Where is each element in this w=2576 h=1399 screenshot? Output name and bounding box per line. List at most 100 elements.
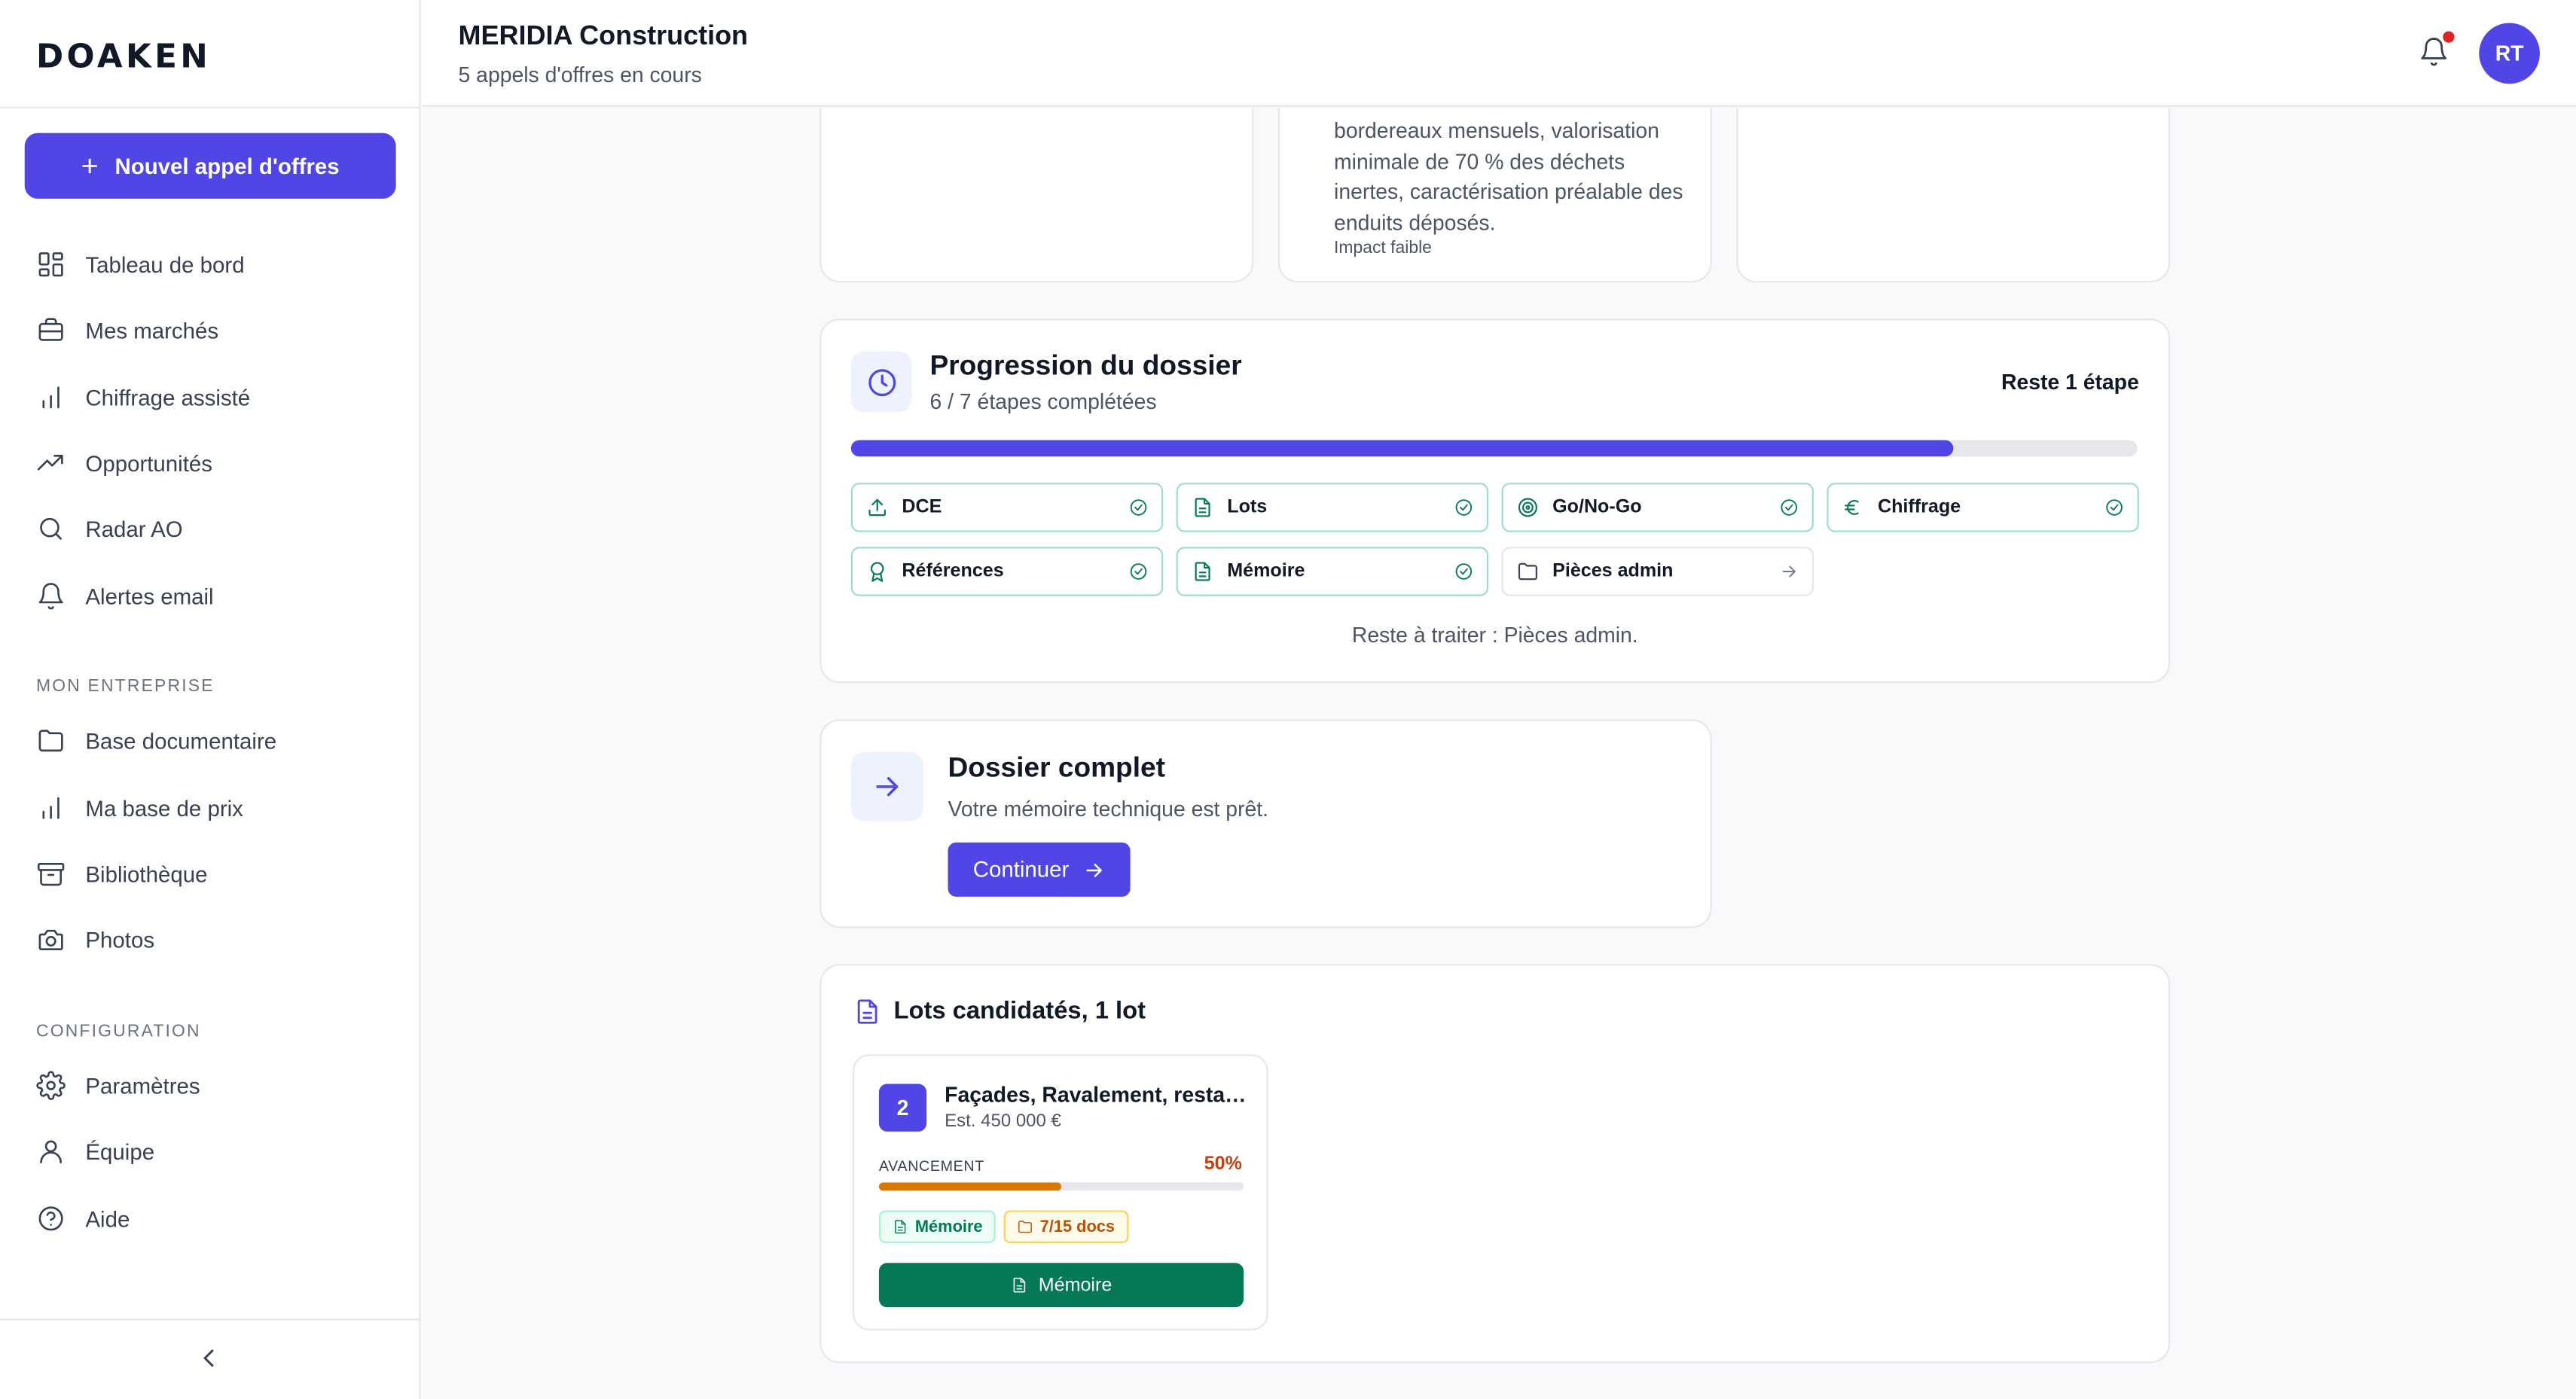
step-pieces-admin[interactable]: Pièces admin xyxy=(1501,547,1814,596)
file-text-icon xyxy=(1191,560,1214,584)
info-card-text: bordereaux mensuels, valorisation minima… xyxy=(1334,118,1683,234)
arrow-right-icon xyxy=(1085,862,1102,876)
target-icon xyxy=(1516,496,1540,520)
file-text-icon xyxy=(853,997,882,1035)
file-text-icon xyxy=(895,1220,906,1234)
file-text-icon xyxy=(1013,1277,1026,1293)
lot-progress-bar xyxy=(878,1182,1244,1191)
sidebar-item-settings[interactable]: Paramètres xyxy=(36,1068,200,1104)
step-label: DCE xyxy=(902,497,942,518)
upload-icon xyxy=(865,496,889,520)
section-label-config: CONFIGURATION xyxy=(35,1021,201,1041)
info-card: bordereaux mensuels, valorisation minima… xyxy=(1277,108,1712,283)
app-logo[interactable]: DOAKEN xyxy=(36,36,211,75)
sidebar-item-label: Radar AO xyxy=(85,516,183,541)
progress-bar xyxy=(850,440,2138,457)
continue-button[interactable]: Continuer xyxy=(948,842,1131,897)
step-dce[interactable]: DCE xyxy=(850,483,1164,532)
progress-subtitle: 6 / 7 étapes complétées xyxy=(929,389,1157,414)
chevron-left-icon xyxy=(203,1349,214,1367)
sidebar-item-label: Ma base de prix xyxy=(85,795,243,821)
divider xyxy=(0,106,421,108)
gear-icon xyxy=(36,1071,66,1100)
lot-number: 2 xyxy=(878,1084,927,1132)
check-circle-icon xyxy=(1128,562,1148,581)
arrow-right-icon xyxy=(1779,562,1799,581)
step-label: Références xyxy=(902,561,1004,582)
lots-card: Lots candidatés, 1 lot 2 Façades, Ravale… xyxy=(819,964,2171,1364)
new-tender-label: Nouvel appel d'offres xyxy=(114,153,340,178)
step-label: Mémoire xyxy=(1227,561,1305,582)
sidebar-item-radar[interactable]: Radar AO xyxy=(36,511,183,547)
lot-card[interactable]: 2 Façades, Ravalement, restauration Est.… xyxy=(852,1054,1268,1330)
sidebar-item-alerts[interactable]: Alertes email xyxy=(36,578,214,614)
main-content: bordereaux mensuels, valorisation minima… xyxy=(423,108,2576,1399)
memoire-button-label: Mémoire xyxy=(1038,1275,1113,1295)
lots-title: Lots candidatés, 1 lot xyxy=(893,996,1146,1026)
progress-bar-fill xyxy=(850,440,1954,457)
bell-icon xyxy=(38,583,63,610)
step-chiffrage[interactable]: Chiffrage xyxy=(1827,483,2139,532)
folder-icon xyxy=(38,730,63,752)
sidebar-item-label: Bibliothèque xyxy=(85,861,208,886)
complete-subtitle: Votre mémoire technique est prêt. xyxy=(948,796,1269,821)
step-go-no-go[interactable]: Go/No-Go xyxy=(1501,483,1814,532)
sidebar-item-photos[interactable]: Photos xyxy=(36,922,154,958)
progress-card: Progression du dossier 6 / 7 étapes comp… xyxy=(819,319,2171,684)
check-circle-icon xyxy=(1779,498,1799,517)
section-label-company: MON ENTREPRISE xyxy=(35,676,215,696)
continue-label: Continuer xyxy=(972,857,1070,882)
sidebar-item-label: Base documentaire xyxy=(85,728,277,754)
progress-icon-box xyxy=(850,351,912,413)
info-card xyxy=(819,108,1254,283)
collapse-sidebar-button[interactable] xyxy=(194,1343,227,1376)
sidebar-item-documents[interactable]: Base documentaire xyxy=(36,723,276,759)
camera-icon xyxy=(38,929,63,950)
sidebar-item-markets[interactable]: Mes marchés xyxy=(36,312,218,348)
award-icon xyxy=(865,560,889,584)
sidebar-item-label: Chiffrage assisté xyxy=(85,385,251,410)
folder-icon xyxy=(1516,560,1540,584)
sidebar-item-library[interactable]: Bibliothèque xyxy=(36,855,208,892)
avatar[interactable]: RT xyxy=(2479,23,2540,84)
bar-chart-icon xyxy=(42,797,60,819)
step-label: Chiffrage xyxy=(1877,497,1961,518)
step-references[interactable]: Références xyxy=(850,547,1164,596)
sidebar-item-team[interactable]: Équipe xyxy=(36,1133,154,1169)
complete-title: Dossier complet xyxy=(948,751,1165,784)
complete-icon-box xyxy=(850,751,923,821)
sidebar-item-label: Paramètres xyxy=(85,1073,200,1099)
progress-footer: Reste à traiter : Pièces admin. xyxy=(1351,622,1638,648)
page-subtitle: 5 appels d'offres en cours xyxy=(458,62,702,87)
docs-tag: 7/15 docs xyxy=(1003,1210,1128,1244)
step-lots[interactable]: Lots xyxy=(1176,483,1489,532)
memoire-button[interactable]: Mémoire xyxy=(878,1263,1244,1308)
sidebar-item-pricing[interactable]: Chiffrage assisté xyxy=(36,379,250,416)
progress-title: Progression du dossier xyxy=(929,349,1242,382)
notification-dot xyxy=(2443,31,2455,43)
bar-chart-icon xyxy=(42,386,60,409)
sidebar-item-dashboard[interactable]: Tableau de bord xyxy=(36,246,245,282)
clock-icon xyxy=(868,368,896,396)
step-label: Pièces admin xyxy=(1552,561,1674,582)
step-memoire[interactable]: Mémoire xyxy=(1176,547,1489,596)
tag-label: 7/15 docs xyxy=(1039,1218,1116,1236)
check-circle-icon xyxy=(1454,562,1473,581)
complete-card: Dossier complet Votre mémoire technique … xyxy=(819,719,1712,928)
lot-progress-fill xyxy=(878,1182,1061,1191)
trending-up-icon xyxy=(37,454,63,471)
file-text-icon xyxy=(1191,496,1214,520)
lot-estimate: Est. 450 000 € xyxy=(945,1111,1061,1132)
top-header: MERIDIA Construction 5 appels d'offres e… xyxy=(422,0,2576,107)
info-card xyxy=(1736,108,2171,283)
sidebar: DOAKEN + Nouvel appel d'offres Tableau d… xyxy=(0,0,421,1399)
new-tender-button[interactable]: + Nouvel appel d'offres xyxy=(24,133,396,199)
arrow-right-icon xyxy=(876,777,899,797)
sidebar-item-opportunities[interactable]: Opportunités xyxy=(36,445,212,481)
archive-icon xyxy=(37,862,65,886)
sidebar-item-help[interactable]: Aide xyxy=(36,1200,130,1236)
folder-icon xyxy=(1018,1221,1032,1233)
check-circle-icon xyxy=(2104,498,2124,517)
sidebar-item-price-base[interactable]: Ma base de prix xyxy=(36,790,243,826)
divider xyxy=(0,1318,421,1321)
